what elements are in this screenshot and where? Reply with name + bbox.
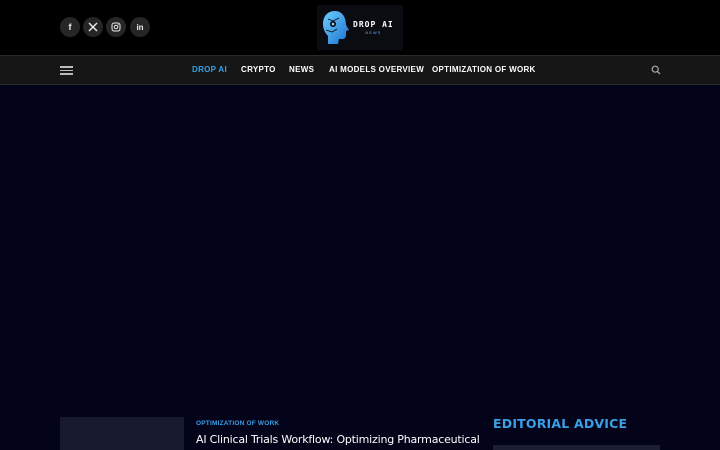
nav-item-drop-ai[interactable]: DROP AI: [192, 56, 227, 84]
nav-item-ai-models-overview[interactable]: AI MODELS OVERVIEW: [329, 56, 424, 84]
post-title[interactable]: AI Clinical Trials Workflow: Optimizing …: [196, 433, 480, 446]
site-logo[interactable]: DROP AI NEWS: [317, 5, 403, 50]
sidebar-widget: [493, 445, 660, 450]
search-icon[interactable]: [651, 65, 661, 75]
post-category[interactable]: OPTIMIZATION OF WORK: [196, 420, 279, 427]
logo-subtitle: NEWS: [365, 30, 382, 35]
linkedin-icon[interactable]: in: [130, 17, 150, 37]
main-navigation: DROP AI CRYPTO NEWS AI MODELS OVERVIEW O…: [0, 55, 720, 85]
instagram-icon[interactable]: [106, 17, 126, 37]
top-bar: f in DROP AI NEWS: [0, 0, 720, 55]
facebook-icon[interactable]: f: [60, 17, 80, 37]
logo-title: DROP AI: [353, 20, 394, 29]
nav-item-optimization-of-work[interactable]: OPTIMIZATION OF WORK: [432, 56, 536, 84]
post-thumbnail[interactable]: [60, 417, 184, 450]
robot-head-logo-icon: [323, 10, 349, 44]
nav-item-crypto[interactable]: CRYPTO: [241, 56, 276, 84]
x-twitter-icon[interactable]: [83, 17, 103, 37]
hamburger-menu-icon[interactable]: [60, 66, 73, 75]
nav-item-news[interactable]: NEWS: [289, 56, 314, 84]
sidebar-heading: EDITORIAL ADVICE: [493, 416, 628, 431]
featured-area: [0, 85, 720, 395]
